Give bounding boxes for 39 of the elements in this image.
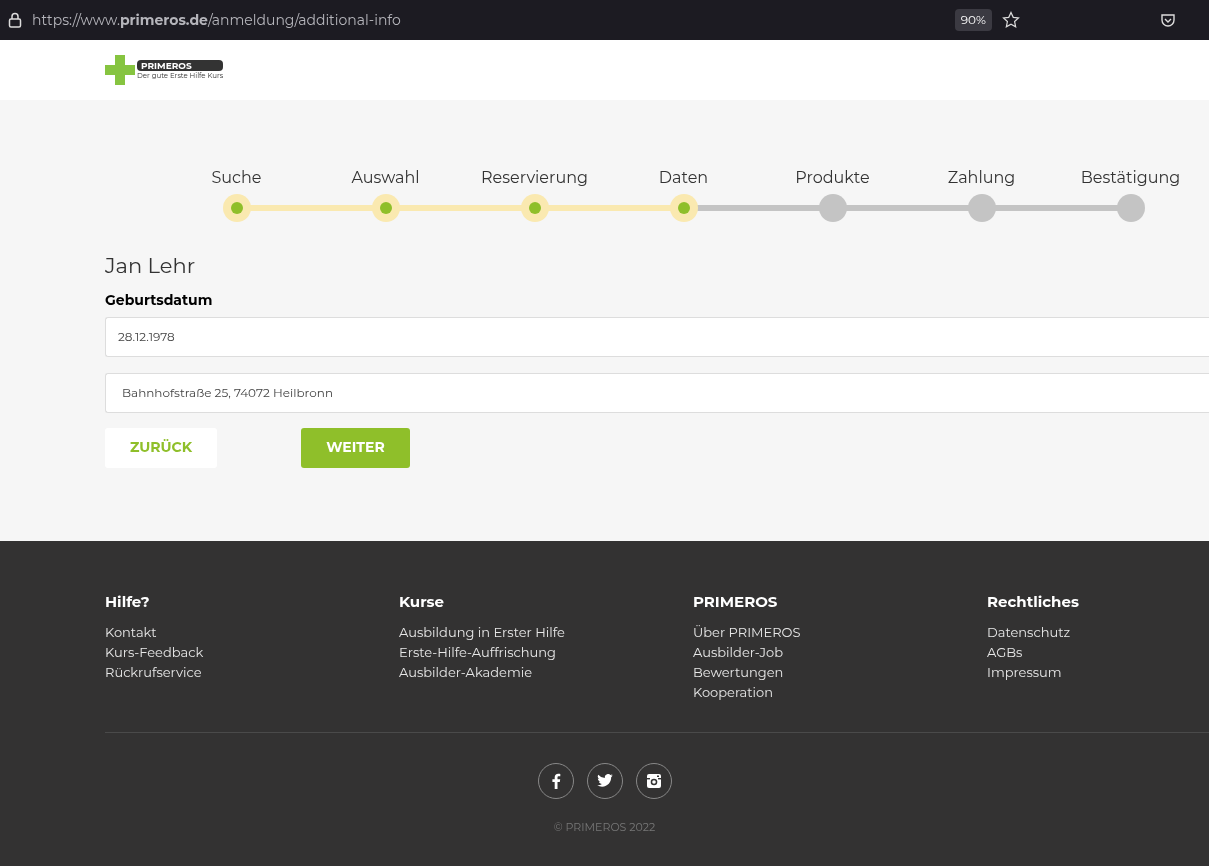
zoom-level[interactable]: 90% <box>954 9 992 31</box>
footer-link[interactable]: Über PRIMEROS <box>693 621 801 642</box>
step-label: Suche <box>211 167 262 188</box>
footer-link[interactable]: AGBs <box>987 641 1023 662</box>
step-label: Daten <box>658 167 709 188</box>
footer-link[interactable]: Bewertungen <box>693 661 784 682</box>
bird-icon <box>596 774 613 787</box>
star-icon[interactable] <box>1002 11 1020 29</box>
birthdate-field[interactable]: 28.12.1978 <box>105 316 1209 357</box>
step-label: Reservierung <box>481 167 588 188</box>
footer-heading: Rechtliches <box>987 591 1079 613</box>
facebook-icon <box>550 772 561 789</box>
address-field[interactable]: Bahnhofstraße 25, 74072 Heilbronn <box>105 372 1209 413</box>
field-label: Geburtsdatum <box>105 289 213 311</box>
footer-link[interactable]: Kooperation <box>693 681 773 702</box>
step-label: Zahlung <box>947 167 1016 188</box>
footer-link[interactable]: Impressum <box>987 661 1062 682</box>
step-label: Bestätigung <box>1080 167 1181 188</box>
footer-link[interactable]: Kontakt <box>105 621 157 642</box>
cross-icon <box>105 55 135 85</box>
lock-icon <box>8 12 22 28</box>
copyright: © PRIMEROS 2022 <box>553 818 656 835</box>
camera-icon <box>646 773 661 788</box>
footer-link[interactable]: Kurs-Feedback <box>105 641 204 662</box>
pocket-icon[interactable] <box>1160 12 1176 28</box>
logo-wordmark: PRIMEROS <box>137 60 224 71</box>
step-label: Auswahl <box>351 167 420 188</box>
footer-heading: Kurse <box>399 591 445 613</box>
footer-link[interactable]: Ausbilder-Job <box>693 641 783 662</box>
person-name: Jan Lehr <box>105 252 196 280</box>
footer-link[interactable]: Datenschutz <box>987 621 1071 642</box>
step-label: Produkte <box>795 167 870 188</box>
footer-heading: Hilfe? <box>105 591 150 613</box>
footer-link[interactable]: Ausbildung in Erster Hilfe <box>399 621 565 642</box>
footer-link[interactable]: Ausbilder-Akademie <box>399 661 533 682</box>
address-bar-url[interactable]: https://www.primeros.de/anmeldung/additional-info <box>32 9 401 31</box>
footer-link[interactable]: Rückrufservice <box>105 661 202 682</box>
footer-heading: PRIMEROS <box>693 591 778 613</box>
footer-link[interactable]: Erste-Hilfe-Auffrischung <box>399 641 556 662</box>
